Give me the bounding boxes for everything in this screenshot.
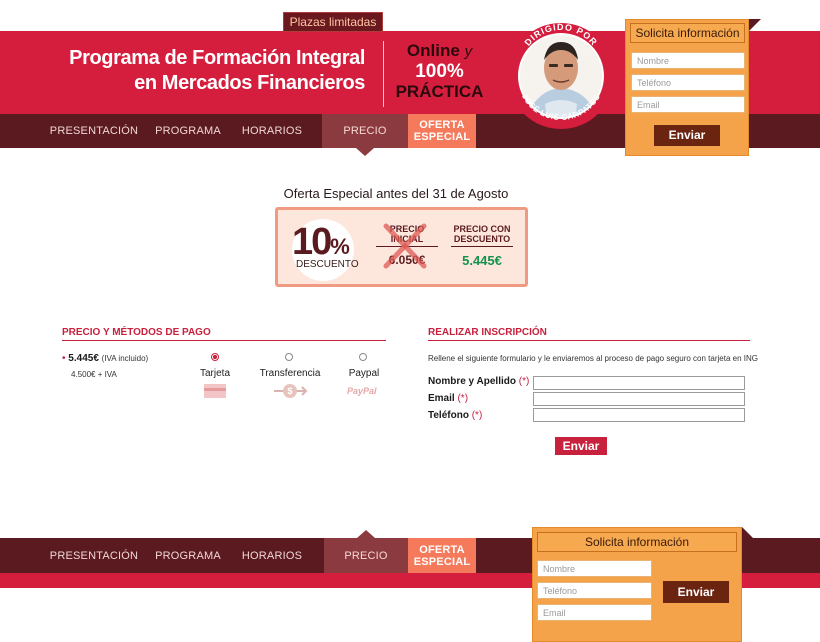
radio-paypal[interactable] — [359, 353, 367, 361]
price-sub: 4.500€ + IVA — [71, 370, 117, 379]
pct100-text: 100% — [415, 61, 464, 82]
credit-card-icon — [204, 384, 226, 398]
solicita-nombre-input[interactable]: Nombre — [631, 52, 745, 69]
precio-descuento-block: PRECIO CON DESCUENTO 5.445€ — [451, 224, 513, 268]
inscripcion-enviar-button[interactable]: Enviar — [555, 437, 607, 455]
label-telefono: Teléfono (*) — [428, 410, 483, 421]
input-email[interactable] — [533, 392, 745, 406]
footer-nav-horarios[interactable]: HORARIOS — [232, 538, 312, 573]
nav-horarios[interactable]: HORARIOS — [232, 114, 312, 148]
nav-active-pointer — [356, 148, 374, 156]
currency-glyph: $ — [287, 386, 292, 396]
footer-solicita-corner — [742, 527, 753, 538]
inscripcion-heading-line — [428, 340, 750, 341]
author-badge: DIRIGIDO POR JOSÉ LUIS CÁRPATOS — [508, 22, 614, 129]
online-y: y — [464, 43, 473, 60]
precio-descuento-value: 5.445€ — [462, 253, 502, 268]
title-line-2: en Mercados Financieros — [134, 72, 365, 94]
footer-enviar-button[interactable]: Enviar — [663, 581, 729, 603]
nav-presentacion[interactable]: PRESENTACIÓN — [45, 114, 143, 148]
nav-oferta-especial[interactable]: OFERTA ESPECIAL — [408, 114, 476, 148]
main-nav: PRESENTACIÓN PROGRAMA HORARIOS PRECIO OF… — [0, 114, 480, 156]
solicita-corner — [749, 19, 761, 31]
oferta-box: 10% DESCUENTO PRECIO INICIAL 6.050€ PREC… — [275, 207, 528, 287]
radio-transferencia[interactable] — [285, 353, 293, 361]
label-email: Email (*) — [428, 393, 469, 404]
discount-percent: 10% — [292, 221, 350, 263]
title-line-1: Programa de Formación Integral — [69, 47, 365, 69]
price-iva-note: (IVA incluido) — [101, 354, 149, 363]
footer-nav-precio[interactable]: PRECIO — [324, 530, 408, 573]
radio-tarjeta[interactable] — [211, 353, 219, 361]
title-divider — [383, 41, 384, 107]
online-text: Online — [406, 41, 460, 60]
practica-text: PRÁCTICA — [395, 82, 484, 101]
price-summary: • 5.445€ (IVA incluido) — [62, 353, 149, 364]
transfer-icon: $ — [274, 384, 308, 398]
inscripcion-intro: Rellene el siguiente formulario y le env… — [428, 354, 758, 363]
label-nombre: Nombre y Apellido (*) — [428, 376, 530, 387]
label-tarjeta: Tarjeta — [199, 368, 230, 379]
label-paypal: Paypal — [348, 368, 380, 379]
plazas-limitadas-badge: Plazas limitadas — [283, 12, 383, 32]
footer-nav-active-pointer — [357, 530, 375, 538]
inscripcion-heading: REALIZAR INSCRIPCIÓN — [428, 327, 547, 338]
solicita-title: Solicita información — [630, 23, 745, 43]
footer-telefono-input[interactable]: Teléfono — [537, 582, 652, 599]
label-transferencia: Transferencia — [259, 368, 321, 379]
footer-nav-oferta-especial[interactable]: OFERTA ESPECIAL — [408, 538, 476, 573]
online-practica-tagline: Online y 100% PRÁCTICA — [392, 41, 487, 102]
paypal-logo: PayPal — [347, 386, 377, 396]
precio-heading: PRECIO Y MÉTODOS DE PAGO — [62, 327, 211, 338]
precio-heading-line — [62, 340, 386, 341]
oferta-title: Oferta Especial antes del 31 de Agosto — [283, 186, 509, 201]
footer-email-input[interactable]: Email — [537, 604, 652, 621]
solicita-info-panel: Solicita información Nombre Teléfono Ema… — [625, 19, 749, 156]
footer-nav-programa[interactable]: PROGRAMA — [153, 538, 223, 573]
footer-solicita-title: Solicita información — [537, 532, 737, 552]
input-nombre-apellido[interactable] — [533, 376, 745, 390]
price-main: 5.445€ — [68, 353, 99, 364]
footer-nav-precio-label: PRECIO — [344, 549, 388, 562]
solicita-email-input[interactable]: Email — [631, 96, 745, 113]
nav-precio-label: PRECIO — [343, 125, 387, 137]
footer-nombre-input[interactable]: Nombre — [537, 560, 652, 577]
nav-programa[interactable]: PROGRAMA — [153, 114, 223, 148]
footer-solicita-panel: Solicita información Nombre Teléfono Ema… — [532, 527, 742, 642]
input-telefono[interactable] — [533, 408, 745, 422]
solicita-enviar-button[interactable]: Enviar — [654, 125, 720, 146]
footer-nav: PRESENTACIÓN PROGRAMA HORARIOS PRECIO OF… — [0, 530, 480, 573]
page-title: Programa de Formación Integral en Mercad… — [40, 46, 365, 96]
footer-nav-presentacion[interactable]: PRESENTACIÓN — [45, 538, 143, 573]
discount-label: DESCUENTO — [296, 259, 359, 270]
solicita-telefono-input[interactable]: Teléfono — [631, 74, 745, 91]
strike-cross-icon — [383, 223, 427, 269]
nav-precio[interactable]: PRECIO — [322, 114, 408, 156]
